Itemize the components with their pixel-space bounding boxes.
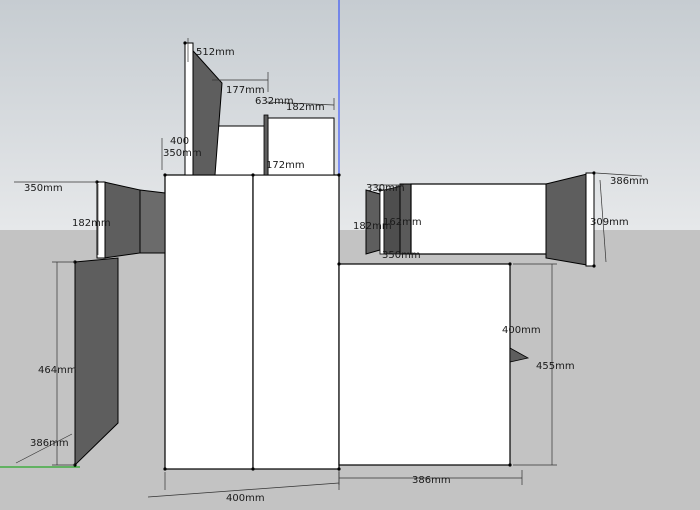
dim-left-panel-height: 464mm xyxy=(38,365,77,376)
low-right-box[interactable] xyxy=(338,263,511,466)
dim-panel-width: 512mm xyxy=(196,47,235,58)
dim-left-panel-depth: 386mm xyxy=(30,438,69,449)
dim-duct-end-height: 182mm xyxy=(353,221,392,232)
cabinet-right-door[interactable] xyxy=(252,174,340,470)
dim-duct-end-width: 330mm xyxy=(366,183,405,194)
duct-flare-shade[interactable] xyxy=(545,173,588,266)
dim-low-box-height: 455mm xyxy=(536,361,575,372)
dim-box-inner: 400mm xyxy=(502,325,541,336)
dim-cabinet-width: 400mm xyxy=(226,493,265,504)
model-viewport[interactable]: 512mm 177mm 632mm 182mm 400 350mm 172mm … xyxy=(0,0,700,510)
cabinet-left-door[interactable] xyxy=(164,174,254,470)
dim-duct-flare-width: 386mm xyxy=(610,176,649,187)
dim-left-duct-length: 350mm xyxy=(24,183,63,194)
dim-duct-offset: 350mm xyxy=(382,250,421,261)
dim-offset: 350mm xyxy=(163,148,202,159)
dim-top-height: 400 xyxy=(170,136,189,147)
dim-gap: 177mm xyxy=(226,85,265,96)
top-box-left[interactable] xyxy=(214,125,266,176)
dim-top-box-height: 172mm xyxy=(266,160,305,171)
dim-left-duct-height: 182mm xyxy=(72,218,111,229)
left-duct-connector[interactable] xyxy=(139,189,166,254)
dim-top-box-width: 182mm xyxy=(286,102,325,113)
dim-duct-flare-height: 309mm xyxy=(590,217,629,228)
dim-low-box-width: 386mm xyxy=(412,475,451,486)
